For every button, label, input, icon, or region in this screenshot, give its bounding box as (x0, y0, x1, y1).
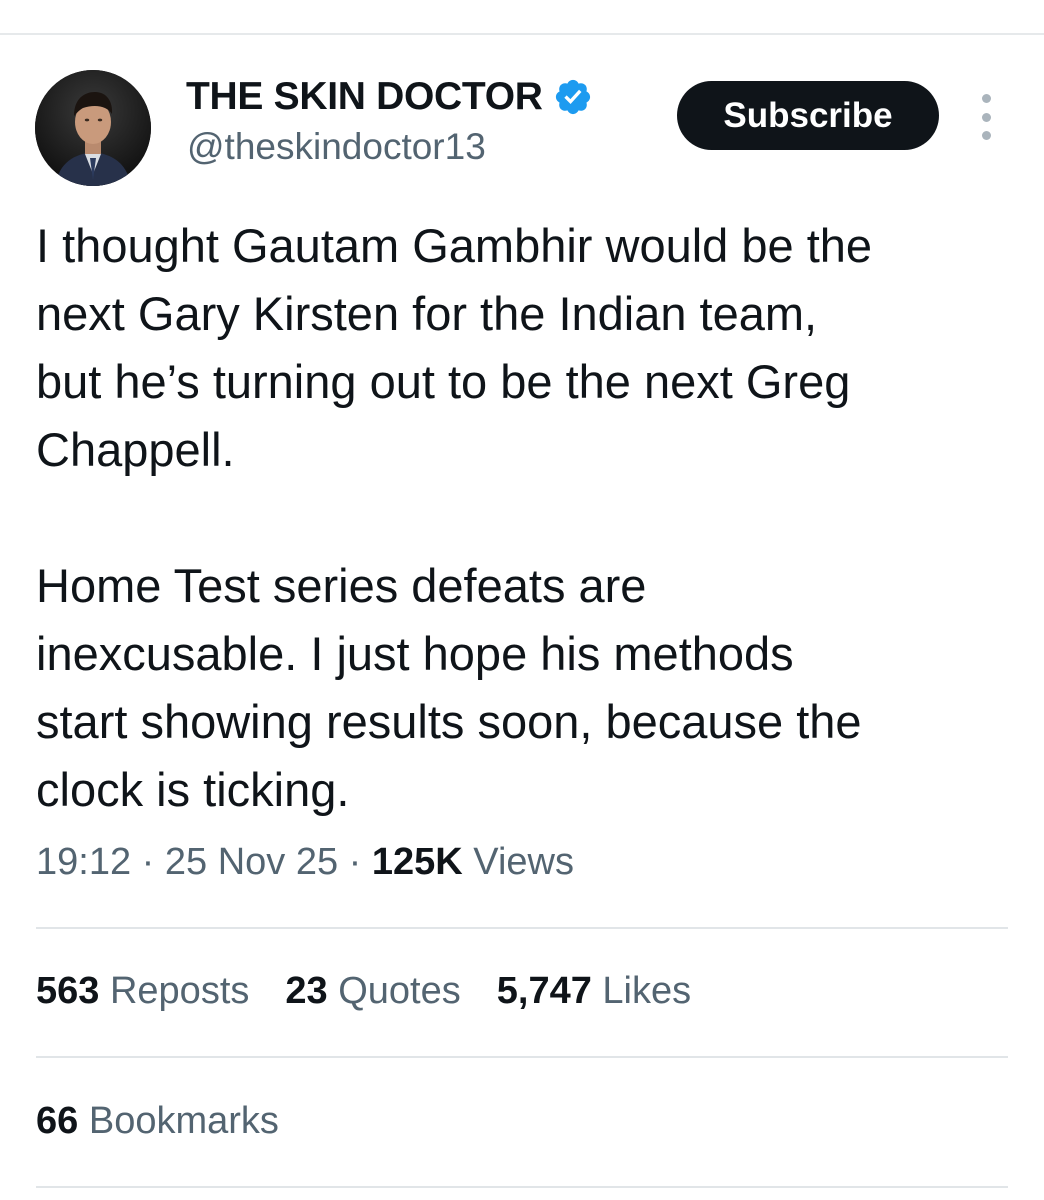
reposts-count: 563 (36, 970, 100, 1012)
quotes-stat[interactable]: 23 Quotes (285, 970, 460, 1013)
more-vertical-icon[interactable] (972, 94, 1000, 140)
more-dot (981, 112, 991, 122)
bookmarks-count: 66 (36, 1100, 79, 1142)
tweet-paragraph: I thought Gautam Gambhir would be the ne… (36, 219, 873, 476)
tweet-text: I thought Gautam Gambhir would be the ne… (36, 212, 1026, 824)
reposts-label: Reposts (109, 970, 250, 1012)
views-label: Views (473, 841, 574, 883)
tweet-time[interactable]: 19:12 (36, 841, 131, 883)
divider (36, 927, 1008, 929)
likes-count: 5,747 (496, 970, 592, 1012)
views-count: 125K (371, 841, 463, 883)
author-name[interactable]: THE SKIN DOCTOR (186, 75, 543, 119)
author-handle[interactable]: @theskindoctor13 (187, 126, 486, 168)
bookmarks-stat[interactable]: 66 Bookmarks (36, 1100, 279, 1143)
divider (36, 1056, 1008, 1058)
more-dot (981, 131, 991, 140)
author-name-row[interactable]: THE SKIN DOCTOR (186, 74, 593, 120)
quotes-label: Quotes (338, 970, 461, 1012)
more-dot (981, 94, 991, 103)
avatar-image (35, 70, 151, 186)
avatar[interactable] (35, 70, 151, 186)
likes-stat[interactable]: 5,747 Likes (497, 970, 691, 1013)
quotes-count: 23 (285, 970, 328, 1012)
divider (36, 1186, 1008, 1188)
likes-label: Likes (602, 970, 692, 1012)
meta-separator: · (141, 841, 165, 883)
tweet-date[interactable]: 25 Nov 25 (165, 841, 338, 883)
top-divider (0, 33, 1044, 35)
tweet-meta: 19:12 · 25 Nov 25 · 125K Views (36, 841, 574, 884)
bookmarks-label: Bookmarks (88, 1100, 279, 1142)
tweet-paragraph: Home Test series defeats are inexcusable… (36, 559, 862, 816)
verified-badge-icon (555, 79, 590, 115)
subscribe-button[interactable]: Subscribe (677, 81, 939, 150)
engagement-stats: 563 Reposts 23 Quotes 5,747 Likes (36, 970, 727, 1013)
reposts-stat[interactable]: 563 Reposts (36, 970, 249, 1013)
meta-separator: · (348, 841, 372, 883)
